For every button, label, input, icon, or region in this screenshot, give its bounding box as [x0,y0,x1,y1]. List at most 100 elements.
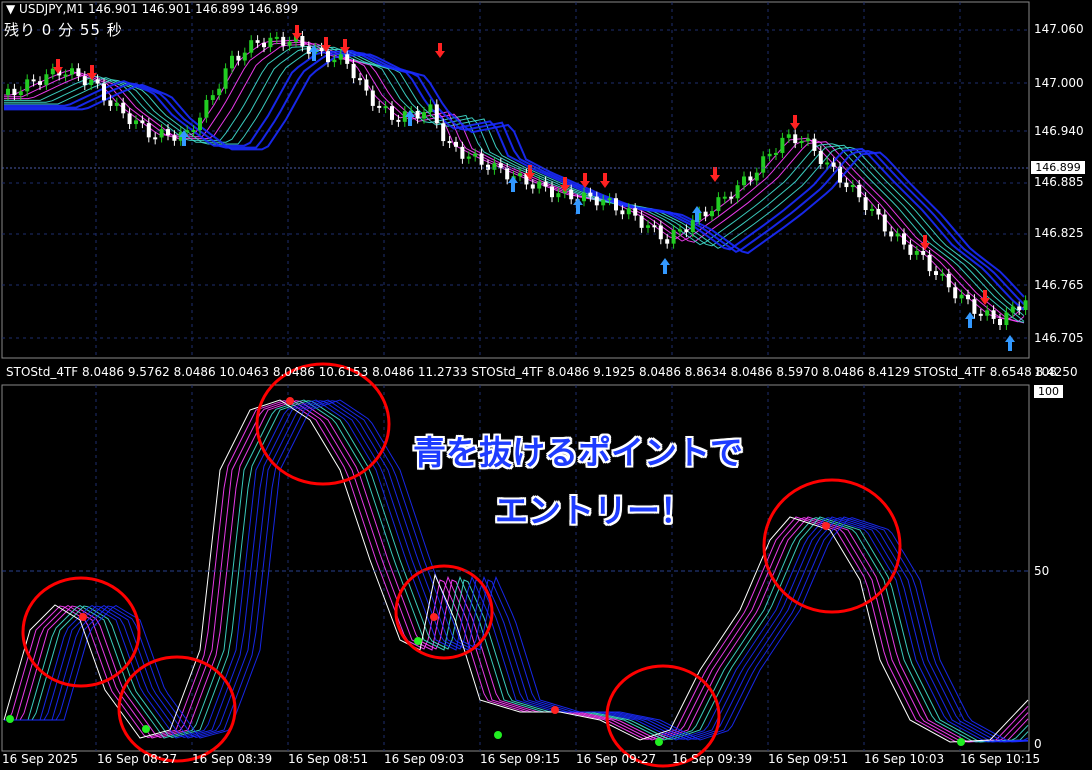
candle-body [710,211,714,217]
candle-body [460,146,465,159]
candle-body [262,42,266,48]
time-label: 16 Sep 09:15 [480,752,561,766]
candle-body [914,251,919,255]
candle-body [38,81,42,85]
candle-body [722,196,727,199]
candle-body [223,68,228,89]
candle-body [735,185,740,199]
candle-body [838,166,842,183]
sell-dot [430,613,438,621]
candle-body [550,186,554,198]
candle-body [486,164,490,170]
candle-body [12,88,17,96]
candle-body [665,239,670,244]
candle-body [159,129,164,138]
highlight-circle [255,362,391,486]
candle-body [326,51,330,63]
candle-body [594,196,599,206]
buy-dot [957,738,965,746]
candle-body [441,123,446,142]
price-label: 147.000 [1034,76,1084,90]
candle-body [300,36,305,47]
time-label: 16 Sep 09:03 [384,752,465,766]
price-label: 146.885 [1034,175,1084,189]
time-label: 16 Sep 08:27 [97,752,178,766]
candle-body [761,156,766,173]
candle-body [633,208,638,216]
candle-body [153,137,158,140]
candle-body [415,110,420,119]
candle-body [690,220,695,233]
candle-body [255,40,260,43]
candle-body [434,104,439,124]
buy-dot [414,637,422,645]
sell-dot [286,397,294,405]
up-arrow-icon [1005,335,1015,351]
candle-body [236,55,241,61]
candle-body [306,46,311,54]
up-arrow-icon [573,198,583,214]
candle-body [902,233,906,245]
candle-body [870,208,874,211]
candle-body [646,225,650,228]
sell-dot [822,522,830,530]
candle-body [338,54,343,60]
candle-body [966,294,970,300]
candle-body [479,153,484,165]
candle-body [754,172,759,181]
indicator-scale-label: 100 [1034,385,1063,398]
candle-body [6,88,10,95]
candle-body [332,59,337,63]
candle-body [383,106,388,109]
candle-body [198,117,202,131]
candle-body [908,244,913,255]
candle-body [742,176,746,186]
candlesticks [6,31,1028,331]
candle-body [140,120,145,124]
candle-body [70,68,74,75]
buy-dot [494,731,502,739]
candle-body [582,192,586,202]
candle-body [134,120,138,125]
candle-body [863,197,868,211]
candle-body [639,215,644,228]
candle-body [934,271,938,275]
highlight-circles [21,362,902,768]
candle-body [370,90,375,106]
candle-body [358,78,362,81]
time-label: 16 Sep 08:39 [192,752,273,766]
candle-body [857,184,862,198]
candle-body [447,141,452,144]
candle-body [556,193,561,198]
candle-body [473,153,478,157]
candle-body [818,150,823,164]
candle-body [537,181,542,189]
candle-body [946,273,951,288]
candle-body [268,37,273,48]
candle-body [390,106,394,120]
candle-body [76,68,81,77]
candle-body [422,112,426,119]
candle-body [108,100,113,106]
candle-body [31,79,36,82]
candle-body [799,141,804,144]
price-chart[interactable] [0,0,1092,770]
callout-line-1: 青を抜けるポイントで [413,433,743,472]
time-label: 16 Sep 09:51 [768,752,849,766]
price-label: 146.765 [1034,278,1084,292]
candle-body [172,135,177,141]
time-label: 16 Sep 10:03 [864,752,945,766]
up-arrow-icon [508,176,518,192]
time-label: 16 Sep 08:51 [288,752,369,766]
price-label: 147.060 [1034,22,1084,36]
candle-body [972,299,977,314]
candle-body [812,138,817,151]
down-arrow-icon [710,167,720,182]
candle-body [825,162,830,165]
candle-body [63,74,68,77]
indicator-scale-label: 108 [1034,365,1057,379]
symbol-header: ▼ USDJPY,M1 146.901 146.901 146.899 146.… [6,2,299,16]
candle-body [748,176,753,181]
candle-body [780,137,785,153]
candle-body [614,198,618,211]
